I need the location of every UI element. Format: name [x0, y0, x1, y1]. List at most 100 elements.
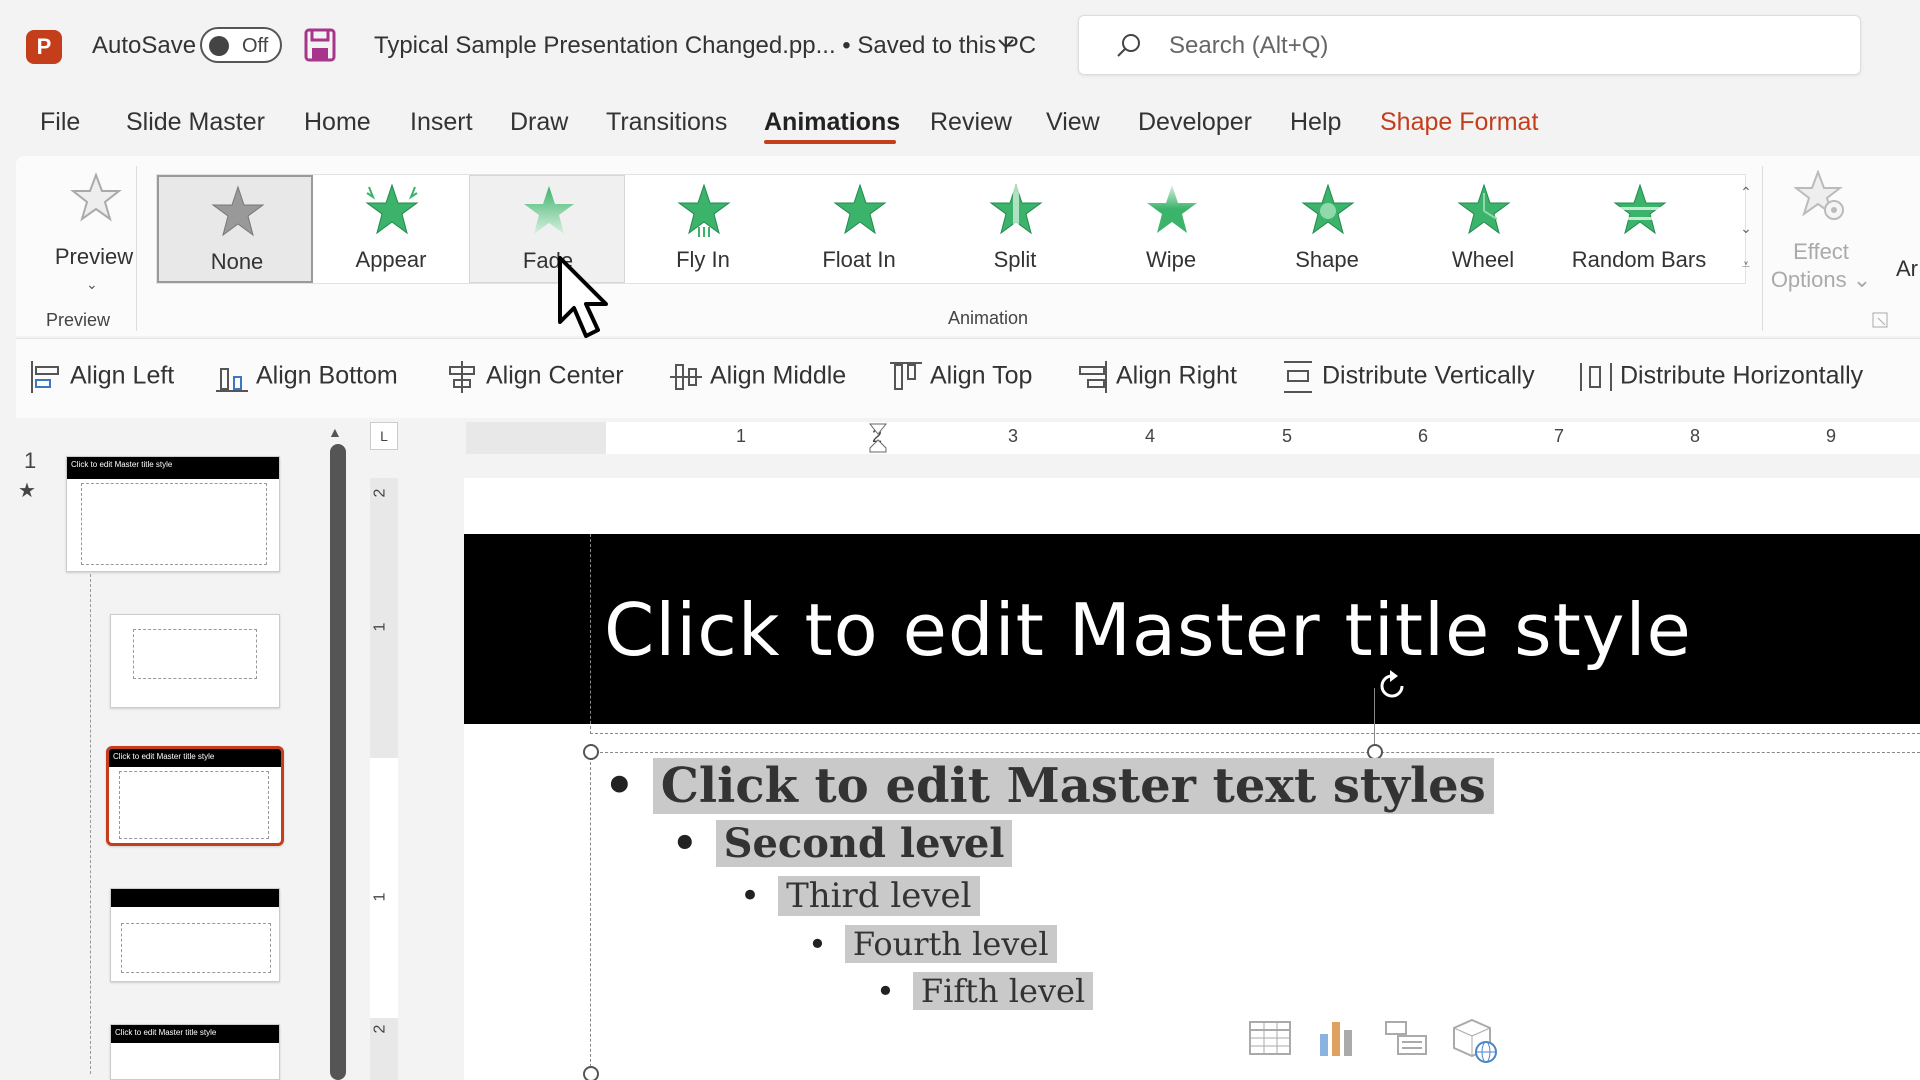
gallery-more-icon[interactable]: ⩡: [1732, 246, 1760, 282]
resize-handle[interactable]: [583, 1066, 599, 1080]
animation-label: Wheel: [1451, 247, 1515, 272]
tab-home[interactable]: Home: [304, 108, 371, 137]
align-right-icon: [1079, 361, 1107, 393]
align-center-icon: [449, 361, 475, 393]
scroll-up-icon[interactable]: ▲: [328, 424, 342, 440]
search-placeholder: Search (Alt+Q): [1169, 32, 1329, 59]
save-icon[interactable]: [304, 28, 336, 62]
layout-thumbnail[interactable]: [110, 614, 280, 708]
tab-view[interactable]: View: [1046, 108, 1100, 137]
gallery-scroll: ⌃ ⌄ ⩡: [1732, 174, 1760, 284]
dialog-launcher-icon[interactable]: [1872, 312, 1888, 328]
effect-options-button[interactable]: Effect Options ⌄: [1766, 168, 1876, 298]
animation-label: Float In: [822, 247, 896, 272]
ruler-number: 3: [1008, 426, 1019, 446]
insert-smartart-icon[interactable]: [1384, 1018, 1428, 1058]
text-level-2[interactable]: • Second level: [672, 820, 1013, 867]
tab-animations[interactable]: Animations: [764, 108, 900, 137]
align-bottom-button[interactable]: Align Bottom: [214, 359, 398, 399]
star-green-faded-icon: [524, 186, 574, 234]
text-level-5[interactable]: • Fifth level: [876, 972, 1094, 1010]
gallery-scroll-up-icon[interactable]: ⌃: [1732, 174, 1760, 210]
tab-insert[interactable]: Insert: [410, 108, 473, 137]
animation-shape[interactable]: Shape: [1249, 175, 1405, 283]
ruler-number: 7: [1554, 426, 1565, 446]
insert-chart-icon[interactable]: [1316, 1018, 1356, 1058]
animation-label: Appear: [355, 247, 427, 272]
active-tab-indicator: [764, 140, 896, 144]
tab-selector[interactable]: L: [370, 422, 398, 450]
document-title[interactable]: Typical Sample Presentation Changed.pp..…: [374, 32, 1036, 60]
star-gray-icon: [211, 185, 265, 237]
thumbnail-scrollbar[interactable]: [330, 444, 346, 1080]
align-bottom-icon: [216, 368, 248, 392]
animation-group-label: Animation: [948, 308, 1029, 328]
insert-table-icon[interactable]: [1248, 1018, 1292, 1058]
ruler-number: 1: [371, 622, 389, 632]
thumb-body-placeholder: [121, 923, 271, 973]
ribbon-cut-off-label: Ar: [1896, 256, 1918, 281]
star-green-icon: [1457, 183, 1511, 235]
slide-title[interactable]: Click to edit Master title style: [604, 588, 1692, 672]
align-left-button[interactable]: Align Left: [28, 359, 174, 399]
tab-transitions[interactable]: Transitions: [606, 108, 727, 137]
insert-3d-model-icon[interactable]: [1452, 1018, 1498, 1064]
ruler-number: 2: [371, 1024, 389, 1034]
align-top-icon: [890, 362, 922, 390]
ruler-number: 9: [1826, 426, 1837, 446]
text-level-3[interactable]: • Third level: [740, 876, 980, 916]
chevron-down-icon[interactable]: [996, 34, 1016, 54]
animation-gallery: None Appear Fade Fly In Float In Split W…: [156, 174, 1746, 284]
align-right-button[interactable]: Align Right: [1074, 359, 1237, 399]
text-level-4[interactable]: • Fourth level: [808, 925, 1057, 963]
powerpoint-logo-icon: P: [26, 30, 62, 64]
resize-handle[interactable]: [583, 744, 599, 760]
star-green-icon: [833, 183, 887, 235]
rotate-handle-icon[interactable]: [1374, 668, 1410, 704]
autosave-state: Off: [242, 35, 269, 57]
layout-thumbnail[interactable]: Click to edit Master title style: [110, 1024, 280, 1080]
tab-slide-master[interactable]: Slide Master: [126, 108, 265, 137]
effect-options-label: Effect Options ⌄: [1770, 239, 1872, 292]
tab-shape-format[interactable]: Shape Format: [1380, 108, 1538, 137]
thumb-body-placeholder: [119, 771, 269, 839]
animation-random-bars[interactable]: Random Bars: [1561, 175, 1717, 283]
tab-file[interactable]: File: [40, 108, 80, 137]
gallery-scroll-down-icon[interactable]: ⌄: [1732, 210, 1760, 246]
tab-review[interactable]: Review: [930, 108, 1012, 137]
animation-wheel[interactable]: Wheel: [1405, 175, 1561, 283]
animation-wipe[interactable]: Wipe: [1093, 175, 1249, 283]
star-green-icon: [677, 183, 731, 237]
animation-split[interactable]: Split: [937, 175, 1093, 283]
tab-draw[interactable]: Draw: [510, 108, 568, 137]
ruler-number: 4: [1145, 426, 1156, 446]
animation-fly-in[interactable]: Fly In: [625, 175, 781, 283]
animation-none[interactable]: None: [157, 175, 313, 283]
animation-label: Shape: [1295, 247, 1359, 272]
group-separator: [1762, 166, 1763, 331]
align-middle-button[interactable]: Align Middle: [668, 359, 846, 399]
animation-appear[interactable]: Appear: [313, 175, 469, 283]
thumb-title: Click to edit Master title style: [67, 457, 279, 479]
tab-developer[interactable]: Developer: [1138, 108, 1252, 137]
search-input[interactable]: Search (Alt+Q): [1078, 15, 1861, 75]
master-thumbnail[interactable]: Click to edit Master title style: [66, 456, 280, 572]
animation-float-in[interactable]: Float In: [781, 175, 937, 283]
thumb-bar: [111, 889, 279, 907]
layout-thumbnail[interactable]: [110, 888, 280, 982]
tab-help[interactable]: Help: [1290, 108, 1341, 137]
align-center-button[interactable]: Align Center: [444, 359, 624, 399]
layout-thumbnail-selected[interactable]: Click to edit Master title style: [106, 746, 284, 846]
text-level-1[interactable]: • Click to edit Master text styles: [604, 758, 1494, 814]
chevron-down-icon: ⌄: [86, 276, 98, 292]
align-top-button[interactable]: Align Top: [888, 359, 1032, 399]
distribute-vertically-button[interactable]: Distribute Vertically: [1280, 359, 1535, 399]
preview-button[interactable]: Preview ⌄: [36, 166, 152, 292]
star-green-icon: [1147, 185, 1197, 233]
insert-content-icons: [1248, 1018, 1508, 1068]
horizontal-ruler: 1 2 3 4 5 6 7 8 9: [466, 422, 1920, 454]
distribute-horizontally-button[interactable]: Distribute Horizontally: [1578, 359, 1863, 399]
align-middle-icon: [670, 364, 702, 390]
indent-marker-icon[interactable]: [866, 422, 890, 454]
autosave-toggle[interactable]: Off: [200, 27, 282, 63]
